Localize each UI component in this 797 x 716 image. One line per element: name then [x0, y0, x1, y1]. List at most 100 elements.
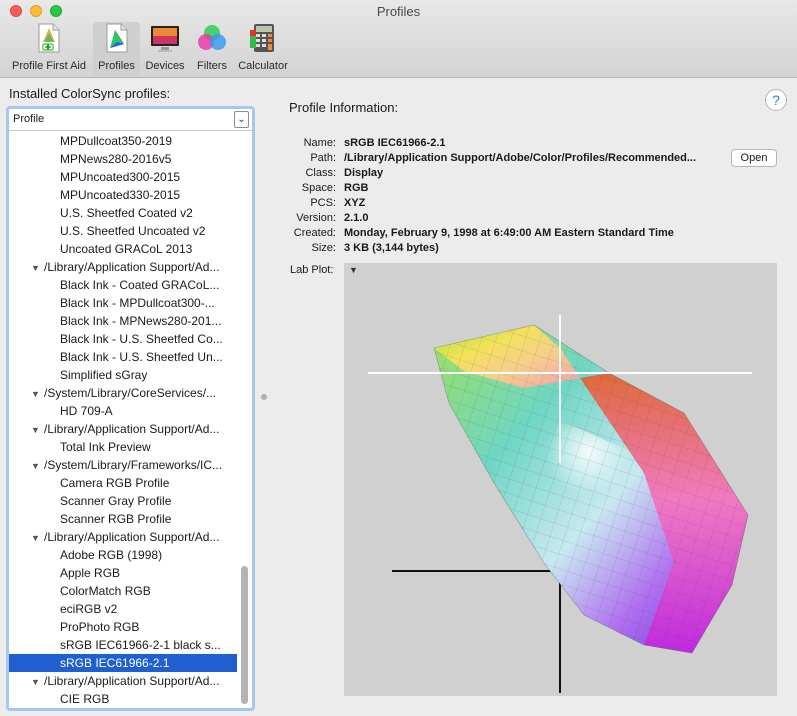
profile-row[interactable]: Simplified sGray	[9, 366, 237, 384]
profile-folder-row[interactable]: ▼/Library/Application Support/Ad...	[9, 420, 237, 438]
row-label: HD 709-A	[60, 404, 113, 418]
info-field-value: 3 KB (3,144 bytes)	[344, 242, 439, 254]
info-field-value: 2.1.0	[344, 212, 369, 224]
profile-row[interactable]: Black Ink - MPDullcoat300-...	[9, 294, 237, 312]
disclosure-triangle-icon[interactable]: ▼	[31, 673, 44, 690]
disclosure-triangle-icon[interactable]: ▼	[31, 259, 44, 276]
profile-row[interactable]: CIE RGB	[9, 690, 237, 708]
row-label: /Library/Application Support/Ad...	[44, 674, 220, 688]
plot-disclosure-icon[interactable]: ▼	[349, 265, 358, 275]
profile-row[interactable]: U.S. Sheetfed Uncoated v2	[9, 222, 237, 240]
profile-column-header[interactable]: Profile ⌄	[9, 109, 252, 131]
info-field-value: /Library/Application Support/Adobe/Color…	[344, 152, 697, 164]
profile-row[interactable]: Black Ink - Coated GRACoL...	[9, 276, 237, 294]
row-label: MPDullcoat350-2019	[60, 134, 173, 148]
profile-row[interactable]: HD 709-A	[9, 402, 237, 420]
row-label: Scanner RGB Profile	[60, 512, 172, 526]
profile-folder-row[interactable]: ▼/System/Library/CoreServices/...	[9, 384, 237, 402]
row-label: Black Ink - U.S. Sheetfed Co...	[60, 332, 223, 346]
row-label: Adobe RGB (1998)	[60, 548, 163, 562]
profile-row[interactable]: MPUncoated300-2015	[9, 168, 237, 186]
profile-row[interactable]: MPUncoated330-2015	[9, 186, 237, 204]
info-field-key: PCS:	[310, 197, 336, 209]
row-label: /System/Library/CoreServices/...	[44, 386, 217, 400]
toolbar-label: Calculator	[238, 60, 288, 72]
calculator-icon	[250, 24, 274, 52]
row-label: /System/Library/Frameworks/IC...	[44, 458, 223, 472]
filters-icon	[198, 25, 226, 50]
profile-folder-row[interactable]: ▼/Library/Application Support/Ad...	[9, 672, 237, 690]
profile-row[interactable]: MPNews280-2016v5	[9, 150, 237, 168]
toolbar-filters[interactable]: Filters	[190, 22, 234, 76]
profile-information-heading: Profile Information:	[289, 100, 399, 115]
profile-first-aid-icon	[38, 23, 60, 53]
profile-folder-row[interactable]: ▼/Library/Application Support/Ad...	[9, 528, 237, 546]
toolbar-calculator[interactable]: Calculator	[235, 22, 291, 76]
profile-row[interactable]: Black Ink - U.S. Sheetfed Co...	[9, 330, 237, 348]
help-button[interactable]: ?	[765, 89, 787, 111]
toolbar-label: Filters	[197, 60, 227, 72]
profile-row[interactable]: sRGB IEC61966-2-1 black s...	[9, 636, 237, 654]
toolbar-devices[interactable]: Devices	[142, 22, 188, 76]
split-view-divider[interactable]	[261, 394, 267, 400]
profile-row[interactable]: Scanner RGB Profile	[9, 510, 237, 528]
row-label: Camera RGB Profile	[60, 476, 170, 490]
open-button[interactable]: Open	[731, 149, 777, 167]
profile-row[interactable]: Camera RGB Profile	[9, 474, 237, 492]
row-label: /Library/Application Support/Ad...	[44, 260, 220, 274]
column-header-label: Profile	[13, 113, 45, 125]
info-field-key: Class:	[305, 167, 336, 179]
toolbar-profiles[interactable]: Profiles	[93, 22, 140, 76]
toolbar-label: Devices	[145, 60, 185, 72]
window-title: Profiles	[376, 4, 421, 19]
info-field-key: Created:	[293, 227, 336, 239]
row-label: MPUncoated300-2015	[60, 170, 181, 184]
lab-gamut-plot	[368, 315, 752, 693]
info-field-key: Path:	[310, 152, 336, 164]
profiles-icon	[106, 23, 127, 53]
titlebar: Profiles Profile First Aid Profiles Devi…	[0, 0, 797, 78]
info-field-value: XYZ	[344, 197, 366, 209]
row-label: U.S. Sheetfed Coated v2	[60, 206, 193, 220]
profiles-rows: MPDullcoat350-2019 MPNews280-2016v5 MPUnco…	[9, 132, 252, 708]
profile-row[interactable]: ColorMatch RGB	[9, 582, 237, 600]
row-label: sRGB IEC61966-2.1	[60, 656, 170, 670]
profile-row[interactable]: Adobe RGB (1998)	[9, 546, 237, 564]
info-field-value: Display	[344, 167, 384, 179]
profile-row[interactable]: sRGB IEC61966-2.1	[9, 654, 237, 672]
profile-row[interactable]: ProPhoto RGB	[9, 618, 237, 636]
disclosure-triangle-icon[interactable]: ▼	[31, 457, 44, 474]
disclosure-triangle-icon[interactable]: ▼	[31, 385, 44, 402]
profile-row[interactable]: Uncoated GRACoL 2013	[9, 240, 237, 258]
scrollbar-thumb[interactable]	[241, 566, 248, 704]
profiles-list[interactable]: Profile ⌄ MPDullcoat350-2019 MPNews280-20…	[6, 106, 255, 711]
profile-folder-row[interactable]: ▼/System/Library/Frameworks/IC...	[9, 456, 237, 474]
profile-row[interactable]: Black Ink - U.S. Sheetfed Un...	[9, 348, 237, 366]
profile-row[interactable]: Scanner Gray Profile	[9, 492, 237, 510]
row-label: Simplified sGray	[60, 368, 148, 382]
info-field-key: Space:	[301, 182, 336, 194]
toolbar-profile-first-aid[interactable]: Profile First Aid	[6, 22, 92, 76]
lab-plot-view[interactable]	[344, 263, 777, 696]
profile-row[interactable]: eciRGB v2	[9, 600, 237, 618]
profile-row[interactable]: Total Ink Preview	[9, 438, 237, 456]
chevron-down-icon[interactable]: ⌄	[234, 111, 249, 128]
disclosure-triangle-icon[interactable]: ▼	[31, 421, 44, 438]
disclosure-triangle-icon[interactable]: ▼	[31, 529, 44, 546]
row-label: /Library/Application Support/Ad...	[44, 530, 220, 544]
row-label: Black Ink - Coated GRACoL...	[60, 278, 220, 292]
info-field-value: sRGB IEC61966-2.1	[344, 137, 446, 149]
list-scrollbar[interactable]	[240, 132, 249, 708]
info-field-value: Monday, February 9, 1998 at 6:49:00 AM E…	[344, 227, 674, 239]
profile-folder-row[interactable]: ▼/Library/Application Support/Ad...	[9, 258, 237, 276]
profile-row[interactable]: Apple RGB	[9, 564, 237, 582]
row-label: MPNews280-2016v5	[60, 152, 172, 166]
info-field-value: RGB	[344, 182, 369, 194]
info-field-key: Size:	[311, 242, 336, 254]
row-label: Uncoated GRACoL 2013	[60, 242, 193, 256]
profile-row[interactable]: MPDullcoat350-2019	[9, 132, 237, 150]
profile-row[interactable]: U.S. Sheetfed Coated v2	[9, 204, 237, 222]
row-label: Scanner Gray Profile	[60, 494, 172, 508]
row-label: Black Ink - MPDullcoat300-...	[60, 296, 215, 310]
profile-row[interactable]: Black Ink - MPNews280-201...	[9, 312, 237, 330]
